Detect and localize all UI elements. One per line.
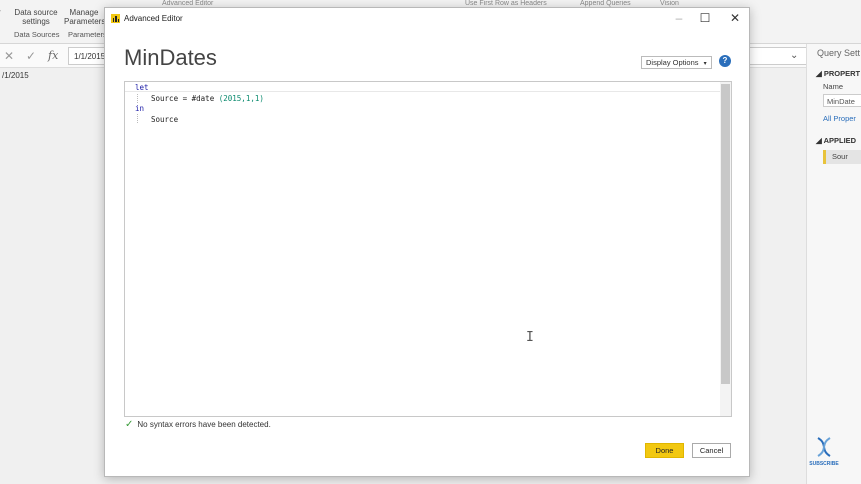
dialog-title: Advanced Editor (124, 14, 183, 23)
subscribe-watermark: SUBSCRIBE (806, 436, 842, 467)
cancel-button[interactable]: Cancel (692, 443, 731, 458)
syntax-status: ✓ No syntax errors have been detected. (125, 419, 271, 430)
done-button[interactable]: Done (645, 443, 684, 458)
close-icon[interactable]: ✕ (727, 11, 743, 25)
ribbon-overflow[interactable]: r (0, 8, 1, 17)
properties-heading[interactable]: ◢ PROPERT (816, 69, 860, 78)
maximize-icon[interactable]: ☐ (697, 11, 713, 25)
fx-icon[interactable]: fx (48, 49, 58, 62)
chevron-down-icon[interactable]: ⌄ (790, 50, 798, 61)
dialog-titlebar[interactable]: Advanced Editor – ☐ ✕ (105, 8, 749, 30)
query-name-field[interactable]: MinDate (823, 94, 861, 107)
query-settings-title: Query Sett (817, 48, 861, 58)
code-line-return: Source (151, 115, 179, 124)
display-options-dropdown[interactable]: Display Options ▾ (641, 56, 712, 69)
chevron-down-icon: ▾ (703, 61, 707, 67)
manage-parameters-button[interactable]: Manage Parameters (64, 8, 105, 26)
group-data-sources: Data Sources (14, 30, 60, 39)
code-line-source: Source = #date (2015,1,1) (151, 94, 264, 104)
commit-formula-icon[interactable]: ✓ (26, 49, 36, 63)
check-icon: ✓ (125, 419, 134, 430)
code-source-expr: Source = #date (151, 94, 219, 103)
name-label: Name (823, 82, 844, 91)
cancel-formula-icon[interactable]: ✕ (4, 49, 14, 63)
indent-guide (137, 94, 138, 103)
code-date-args: (2015,1,1) (218, 94, 264, 103)
current-line-highlight (125, 91, 721, 92)
query-settings-pane: Query Sett ◢ PROPERT Name MinDate All Pr… (806, 44, 861, 484)
help-icon[interactable]: ? (719, 55, 731, 67)
dna-icon (817, 437, 831, 457)
all-properties-link[interactable]: All Proper (823, 114, 856, 123)
code-editor[interactable]: let Source = #date (2015,1,1) in Source … (124, 81, 732, 417)
applied-steps-heading[interactable]: ◢ APPLIED (816, 136, 856, 145)
group-parameters: Parameters (68, 30, 107, 39)
code-line-in: in (135, 104, 145, 113)
display-options-label: Display Options (646, 58, 699, 67)
code-line-let: let (135, 83, 149, 92)
data-source-settings-button[interactable]: Data source settings (14, 8, 58, 26)
indent-guide (137, 114, 138, 123)
subscribe-label: SUBSCRIBE (809, 461, 839, 467)
syntax-status-text: No syntax errors have been detected. (137, 420, 271, 429)
applied-step-source[interactable]: Sour (823, 150, 861, 164)
text-cursor-icon: I (526, 330, 534, 345)
advanced-editor-dialog: Advanced Editor – ☐ ✕ MinDates Display O… (104, 7, 750, 477)
grid-cell-value: /1/2015 (2, 71, 29, 80)
power-bi-icon (111, 14, 120, 23)
query-name-heading: MinDates (124, 45, 217, 70)
scrollbar-thumb[interactable] (721, 84, 730, 384)
minimize-icon[interactable]: – (671, 11, 687, 25)
vertical-scrollbar[interactable] (720, 82, 731, 416)
